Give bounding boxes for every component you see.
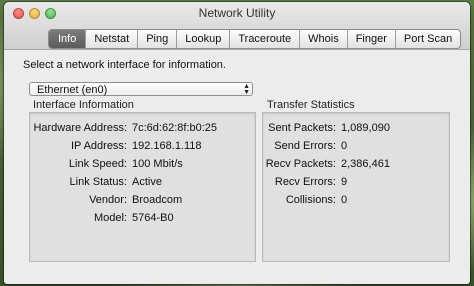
interface-prompt: Select a network interface for informati…: [23, 59, 226, 71]
tab-traceroute[interactable]: Traceroute: [229, 30, 299, 48]
collisions-label: Collisions:: [285, 194, 336, 206]
recv-errors-label: Recv Errors:: [274, 176, 336, 188]
hardware-address-value: 7c:6d:62:8f:b0:25: [132, 122, 218, 134]
recv-packets-label: Recv Packets:: [265, 158, 336, 170]
title-bar[interactable]: Network Utility Info Netstat Ping Lookup…: [4, 2, 470, 50]
send-errors-value: 0: [341, 140, 348, 152]
interface-info-panel: Hardware Address: 7c:6d:62:8f:b0:25 IP A…: [29, 112, 256, 262]
recv-errors-value: 9: [341, 176, 348, 188]
sent-packets-label: Sent Packets:: [268, 122, 336, 134]
chevron-up-down-icon: ▲ ▼: [243, 83, 250, 96]
hardware-address-label: Hardware Address:: [33, 122, 127, 134]
tab-whois[interactable]: Whois: [299, 30, 347, 48]
interface-select[interactable]: Ethernet (en0) ▲ ▼: [29, 82, 253, 96]
tab-netstat[interactable]: Netstat: [85, 30, 137, 48]
vendor-label: Vendor:: [89, 194, 127, 206]
model-label: Model:: [93, 212, 127, 224]
tab-port-scan[interactable]: Port Scan: [394, 30, 460, 48]
tab-lookup[interactable]: Lookup: [176, 30, 229, 48]
transfer-stats-heading: Transfer Statistics: [267, 99, 355, 111]
link-speed-label: Link Speed:: [68, 158, 127, 170]
sent-packets-value: 1,089,090: [341, 122, 390, 134]
ip-address-label: IP Address:: [70, 140, 127, 152]
network-utility-window: Network Utility Info Netstat Ping Lookup…: [4, 2, 470, 284]
interface-select-value: Ethernet (en0): [37, 84, 108, 96]
transfer-stats-panel: Sent Packets: 1,089,090 Send Errors: 0 R…: [262, 112, 450, 262]
send-errors-label: Send Errors:: [274, 140, 336, 152]
interface-info-heading: Interface Information: [33, 99, 134, 111]
ip-address-value: 192.168.1.118: [132, 140, 202, 152]
window-title: Network Utility: [198, 6, 276, 20]
tab-ping[interactable]: Ping: [137, 30, 176, 48]
link-status-value: Active: [132, 176, 162, 188]
collisions-value: 0: [341, 194, 348, 206]
tab-finger[interactable]: Finger: [346, 30, 395, 48]
link-status-label: Link Status:: [69, 176, 127, 188]
model-value: 5764-B0: [132, 212, 174, 224]
tab-bar: Info Netstat Ping Lookup Traceroute Whoi…: [48, 29, 462, 49]
link-speed-value: 100 Mbit/s: [132, 158, 183, 170]
tab-info[interactable]: Info: [49, 30, 86, 48]
recv-packets-value: 2,386,461: [341, 158, 390, 170]
vendor-value: Broadcom: [132, 194, 183, 206]
